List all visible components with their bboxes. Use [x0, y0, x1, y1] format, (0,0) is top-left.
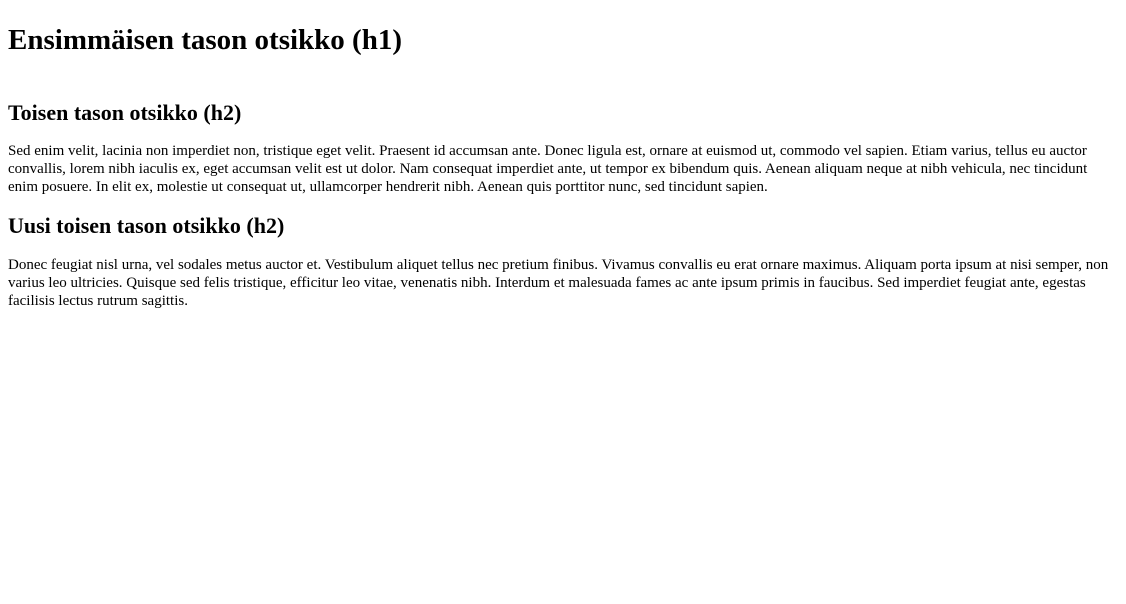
paragraph-first: Sed enim velit, lacinia non imperdiet no…	[8, 143, 1088, 195]
paragraph-second: Donec feugiat nisl urna, vel sodales met…	[8, 257, 1109, 309]
main-heading: Ensimmäisen tason otsikko (h1)	[8, 24, 402, 56]
section-heading-second: Uusi toisen tason otsikko (h2)	[8, 213, 285, 238]
section-heading-first: Toisen tason otsikko (h2)	[8, 100, 242, 125]
